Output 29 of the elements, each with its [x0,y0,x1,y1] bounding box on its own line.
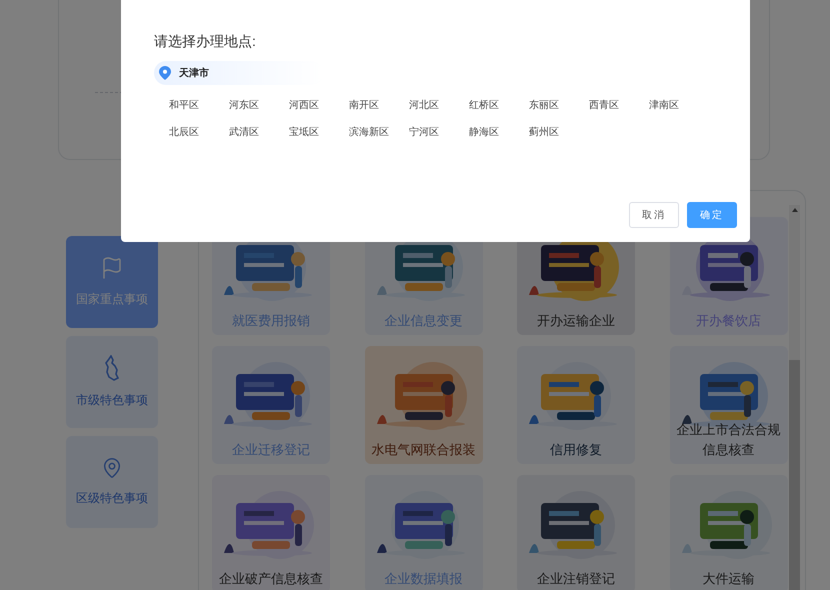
location-pin-icon [101,457,123,479]
district-option[interactable]: 南开区 [349,97,409,114]
service-label[interactable]: 企业注销登记 [537,569,615,589]
district-option[interactable]: 东丽区 [529,97,589,114]
scrollbar[interactable] [789,205,800,590]
scrollbar-thumb[interactable] [789,360,800,590]
city-name: 天津市 [179,66,209,80]
district-option[interactable]: 宝坻区 [289,124,349,141]
service-label[interactable]: 企业破产信息核查 [219,569,323,589]
service-label[interactable]: 大件运输 [702,569,754,589]
district-option[interactable]: 北辰区 [169,124,229,141]
map-region-icon [103,355,121,381]
service-label[interactable]: 开办运输企业 [537,311,615,331]
district-option[interactable]: 西青区 [589,97,649,114]
district-option[interactable]: 武清区 [229,124,289,141]
district-option[interactable]: 和平区 [169,97,229,114]
cancel-button[interactable]: 取消 [629,202,679,228]
dialog-title: 请选择办理地点: [154,32,257,51]
district-option[interactable]: 静海区 [469,124,529,141]
district-option[interactable]: 河西区 [289,97,349,114]
district-option[interactable]: 滨海新区 [349,124,409,141]
service-label[interactable]: 信用修复 [550,440,602,460]
location-pin-icon [159,66,171,80]
district-option[interactable]: 津南区 [649,97,709,114]
district-option[interactable]: 河北区 [409,97,469,114]
district-option[interactable]: 河东区 [229,97,289,114]
district-option[interactable]: 蓟州区 [529,124,589,141]
district-option[interactable]: 宁河区 [409,124,469,141]
district-option[interactable]: 红桥区 [469,97,529,114]
